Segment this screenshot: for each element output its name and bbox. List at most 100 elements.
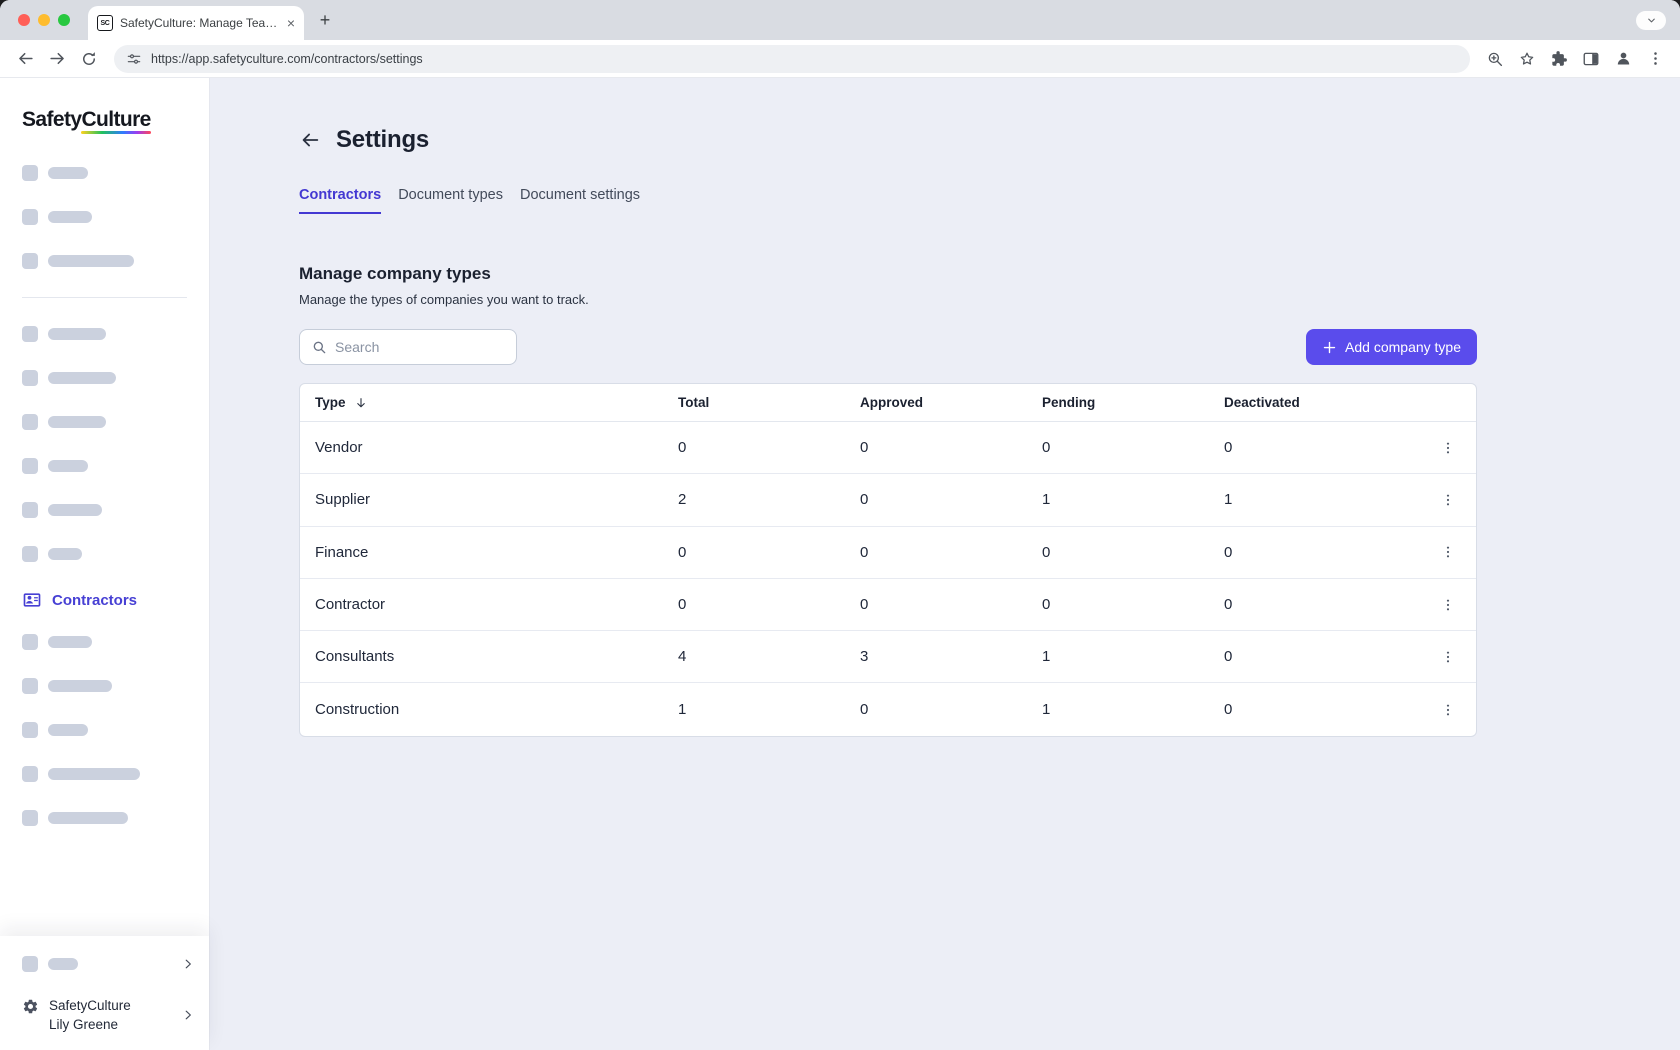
profile-icon	[1614, 49, 1633, 68]
kebab-menu-icon	[1440, 544, 1456, 560]
sidebar-skeleton-item	[22, 722, 187, 738]
tab-search-button[interactable]	[1636, 11, 1666, 30]
forward-button[interactable]	[42, 44, 72, 74]
row-menu-button[interactable]	[1434, 591, 1462, 619]
kebab-menu-icon	[1647, 50, 1664, 67]
reload-button[interactable]	[74, 44, 104, 74]
table-row: Supplier 2 0 1 1	[300, 474, 1476, 526]
close-window-button[interactable]	[18, 14, 30, 26]
profile-button[interactable]	[1608, 44, 1638, 74]
cell-approved: 0	[860, 544, 1042, 561]
back-button[interactable]	[10, 44, 40, 74]
arrow-left-icon	[16, 49, 35, 68]
page-header: Settings	[299, 126, 1680, 154]
section-title: Manage company types	[299, 264, 1680, 284]
gear-icon	[22, 998, 39, 1015]
cell-approved: 3	[860, 648, 1042, 665]
cell-pending: 1	[1042, 491, 1224, 508]
sidebar-footer-item[interactable]	[22, 956, 195, 972]
cell-pending: 0	[1042, 439, 1224, 456]
cell-deactivated: 0	[1224, 596, 1420, 613]
column-header-deactivated[interactable]: Deactivated	[1224, 395, 1420, 410]
account-switcher[interactable]: SafetyCulture Lily Greene	[22, 996, 195, 1034]
zoom-window-button[interactable]	[58, 14, 70, 26]
cell-pending: 0	[1042, 544, 1224, 561]
table-header-row: Type Total Approved Pending Deactivated	[300, 384, 1476, 422]
cell-total: 0	[678, 544, 860, 561]
sidebar-skeleton-item	[22, 253, 187, 269]
row-menu-button[interactable]	[1434, 434, 1462, 462]
cell-type: Supplier	[300, 491, 678, 508]
new-tab-button[interactable]: +	[312, 7, 338, 33]
company-types-table: Type Total Approved Pending Deactivated …	[299, 383, 1477, 737]
table-row: Consultants 4 3 1 0	[300, 631, 1476, 683]
back-to-previous-button[interactable]	[299, 129, 321, 151]
window-controls	[18, 14, 70, 26]
cell-approved: 0	[860, 596, 1042, 613]
browser-tab[interactable]: SC SafetyCulture: Manage Teams and... ×	[88, 6, 304, 40]
cell-total: 1	[678, 701, 860, 718]
site-info-icon[interactable]	[126, 51, 142, 67]
sidebar-nav: SafetyCulture Contractors	[0, 78, 209, 936]
contact-badge-icon	[22, 590, 42, 610]
search-input[interactable]	[335, 339, 505, 355]
side-panel-icon	[1582, 50, 1600, 68]
puzzle-icon	[1550, 50, 1568, 68]
column-header-type[interactable]: Type	[300, 395, 678, 410]
page-title: Settings	[336, 126, 429, 154]
sidebar-skeleton-item	[22, 502, 187, 518]
table-body: Vendor 0 0 0 0 Supplier 2 0 1 1	[300, 422, 1476, 736]
extensions-button[interactable]	[1544, 44, 1574, 74]
table-row: Contractor 0 0 0 0	[300, 579, 1476, 631]
sidebar-item-label: Contractors	[52, 592, 137, 609]
plus-icon	[1322, 340, 1337, 355]
sort-descending-icon	[354, 396, 368, 410]
zoom-magnifier-icon	[1486, 50, 1504, 68]
sidebar-skeleton-item	[22, 165, 187, 181]
browser-menu-button[interactable]	[1640, 44, 1670, 74]
reload-icon	[80, 50, 98, 68]
browser-tab-title: SafetyCulture: Manage Teams and...	[120, 16, 280, 30]
main-content: Settings Contractors Document types Docu…	[210, 78, 1680, 1050]
chevron-right-icon	[181, 1008, 195, 1022]
favicon-icon: SC	[97, 15, 113, 31]
cell-pending: 0	[1042, 596, 1224, 613]
kebab-menu-icon	[1440, 597, 1456, 613]
sidebar-item-contractors[interactable]: Contractors	[22, 590, 187, 610]
column-header-approved[interactable]: Approved	[860, 395, 1042, 410]
cell-total: 0	[678, 439, 860, 456]
tab-close-icon[interactable]: ×	[287, 16, 295, 30]
tab-contractors[interactable]: Contractors	[299, 187, 381, 214]
add-company-type-button[interactable]: Add company type	[1306, 329, 1477, 365]
chevron-right-icon	[181, 957, 195, 971]
address-bar[interactable]: https://app.safetyculture.com/contractor…	[114, 45, 1470, 73]
minimize-window-button[interactable]	[38, 14, 50, 26]
sidebar-skeleton-item	[22, 370, 187, 386]
cell-approved: 0	[860, 491, 1042, 508]
zoom-button[interactable]	[1480, 44, 1510, 74]
browser-toolbar: https://app.safetyculture.com/contractor…	[0, 40, 1680, 78]
cell-deactivated: 1	[1224, 491, 1420, 508]
browser-window: SC SafetyCulture: Manage Teams and... × …	[0, 0, 1680, 1050]
row-menu-button[interactable]	[1434, 643, 1462, 671]
sidebar-skeleton-item	[22, 326, 187, 342]
column-header-pending[interactable]: Pending	[1042, 395, 1224, 410]
tab-document-types[interactable]: Document types	[398, 187, 503, 214]
tab-document-settings[interactable]: Document settings	[520, 187, 640, 214]
column-header-total[interactable]: Total	[678, 395, 860, 410]
cell-approved: 0	[860, 439, 1042, 456]
row-menu-button[interactable]	[1434, 696, 1462, 724]
cell-deactivated: 0	[1224, 544, 1420, 561]
arrow-left-icon	[299, 129, 321, 151]
star-icon	[1518, 50, 1536, 68]
table-row: Vendor 0 0 0 0	[300, 422, 1476, 474]
row-menu-button[interactable]	[1434, 538, 1462, 566]
row-menu-button[interactable]	[1434, 486, 1462, 514]
side-panel-button[interactable]	[1576, 44, 1606, 74]
cell-pending: 1	[1042, 701, 1224, 718]
kebab-menu-icon	[1440, 492, 1456, 508]
sidebar-divider	[22, 297, 187, 298]
kebab-menu-icon	[1440, 649, 1456, 665]
bookmark-button[interactable]	[1512, 44, 1542, 74]
search-box[interactable]	[299, 329, 517, 365]
